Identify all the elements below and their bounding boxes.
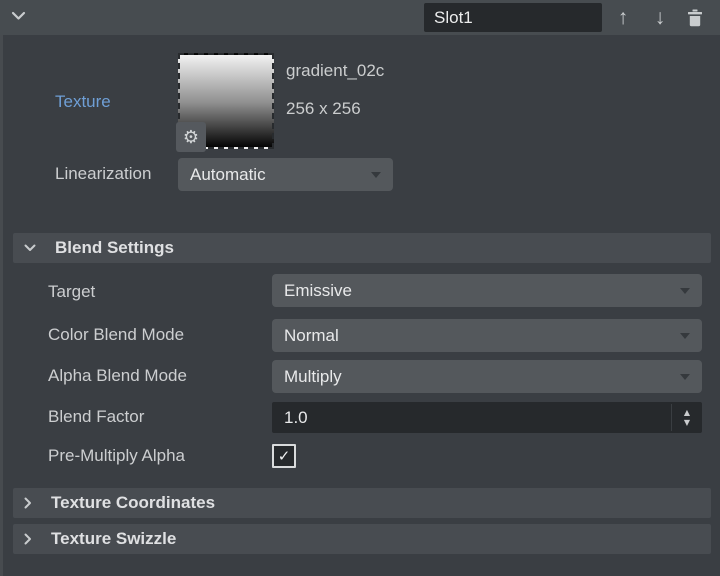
alpha-blend-mode-value: Multiply [284,367,342,387]
texture-asset-name: gradient_02c [286,61,384,81]
target-label: Target [48,282,95,302]
chevron-right-icon [24,497,32,509]
delete-slot-button[interactable] [680,2,710,33]
color-blend-mode-select[interactable]: Normal [272,319,702,352]
step-up-icon: ▲ [684,409,690,417]
blend-factor-field: ▲ ▼ [272,402,702,433]
collapse-chevron-down-icon[interactable] [11,11,26,21]
chevron-down-icon [680,374,690,380]
section-title: Texture Coordinates [51,493,215,513]
texture-asset-size: 256 x 256 [286,99,361,119]
pre-multiply-alpha-checkbox[interactable]: ✓ [272,444,296,468]
color-blend-mode-value: Normal [284,326,339,346]
gear-icon: ⚙ [183,127,199,148]
chevron-down-icon [680,333,690,339]
chevron-down-icon [371,172,381,178]
slot-header-bar: ↑ ↓ [0,0,720,35]
alpha-blend-mode-label: Alpha Blend Mode [48,366,187,386]
chevron-down-icon [680,288,690,294]
pre-multiply-alpha-label: Pre-Multiply Alpha [48,446,185,466]
arrow-up-icon: ↑ [618,6,629,30]
linearization-value: Automatic [190,165,266,185]
linearization-label: Linearization [55,164,151,184]
section-header-texture-coordinates[interactable]: Texture Coordinates [13,488,711,518]
chevron-down-icon [24,244,36,252]
texture-slot-panel: ↑ ↓ Texture ⚙ gradient_02c 256 x 256 Lin… [0,0,720,576]
target-select[interactable]: Emissive [272,274,702,307]
blend-factor-label: Blend Factor [48,407,144,427]
section-title: Texture Swizzle [51,529,176,549]
section-title: Blend Settings [55,238,174,258]
color-blend-mode-label: Color Blend Mode [48,325,184,345]
linearization-select[interactable]: Automatic [178,158,393,191]
texture-label: Texture [55,92,111,112]
move-up-button[interactable]: ↑ [608,2,638,33]
move-down-button[interactable]: ↓ [645,2,675,33]
blend-factor-input[interactable] [272,402,668,433]
checkmark-icon: ✓ [278,449,291,464]
slot-name-input[interactable] [424,3,602,32]
texture-options-button[interactable]: ⚙ [176,122,206,152]
alpha-blend-mode-select[interactable]: Multiply [272,360,702,393]
blend-factor-stepper[interactable]: ▲ ▼ [672,402,702,433]
trash-icon [687,9,703,27]
section-header-blend-settings[interactable]: Blend Settings [13,233,711,263]
step-down-icon: ▼ [684,419,690,427]
section-header-texture-swizzle[interactable]: Texture Swizzle [13,524,711,554]
arrow-down-icon: ↓ [655,6,666,30]
panel-left-border [0,35,3,576]
chevron-right-icon [24,533,32,545]
target-value: Emissive [284,281,352,301]
